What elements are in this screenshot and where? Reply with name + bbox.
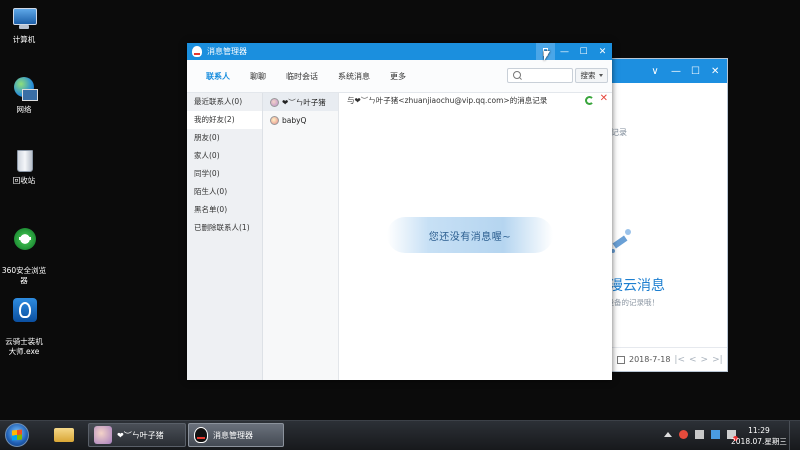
category-my-friends[interactable]: 我的好友(2) bbox=[187, 111, 262, 129]
flag-icon[interactable] bbox=[695, 430, 704, 439]
background-window[interactable]: ∨ — ☐ ✕ 记录 漫云消息 的设备的记录哦！ 2018-7-18 |< < … bbox=[598, 58, 728, 372]
taskbar-button-qq-chat[interactable]: ❤︶ㄣ叶子猪 bbox=[88, 423, 186, 447]
calendar-icon[interactable] bbox=[617, 355, 625, 364]
empty-message: 您还没有消息喔~ bbox=[428, 231, 512, 243]
empty-state: 您还没有消息喔~ bbox=[387, 217, 553, 253]
window-title: 消息管理器 bbox=[207, 47, 247, 56]
desktop-icon-label: 云骑士装机 大师.exe bbox=[5, 337, 43, 356]
message-manager-window[interactable]: 消息管理器 — ☐ ✕ 联系人 聊聊 临时会话 系统消息 更多 搜索 最近联系人… bbox=[187, 43, 612, 380]
tab-bar: 联系人 聊聊 临时会话 系统消息 更多 搜索 bbox=[187, 60, 612, 93]
yunqishi-icon bbox=[10, 298, 38, 324]
tab-chat[interactable]: 聊聊 bbox=[250, 71, 266, 82]
start-button[interactable] bbox=[5, 423, 29, 447]
tab-more[interactable]: 更多 bbox=[390, 71, 406, 82]
contact-item[interactable]: ❤︶ㄣ叶子猪 bbox=[263, 93, 338, 111]
network-icon[interactable] bbox=[711, 430, 720, 439]
contact-list: ❤︶ㄣ叶子猪 babyQ bbox=[263, 93, 339, 380]
taskbar-button-label: 消息管理器 bbox=[213, 430, 253, 440]
close-button[interactable]: ✕ bbox=[593, 43, 612, 60]
avatar bbox=[270, 97, 279, 107]
refresh-icon[interactable] bbox=[585, 96, 594, 105]
desktop-icon-yunqishi[interactable]: 云骑士装机 大师.exe bbox=[0, 288, 48, 367]
tab-contacts[interactable]: 联系人 bbox=[206, 71, 230, 82]
message-header: 与❤︶ㄣ叶子猪<zhuanjiaochu@vip.qq.com>的消息记录 bbox=[347, 96, 548, 105]
computer-icon bbox=[10, 6, 38, 32]
search-icon bbox=[513, 71, 521, 79]
show-desktop-button[interactable] bbox=[789, 421, 800, 450]
search-button[interactable]: 搜索 bbox=[575, 68, 608, 83]
desktop-icon-computer[interactable]: 计算机 bbox=[0, 6, 48, 45]
tab-temp-session[interactable]: 临时会话 bbox=[286, 71, 318, 82]
date-value[interactable]: 2018-7-18 bbox=[629, 355, 670, 364]
close-button[interactable]: ✕ bbox=[711, 66, 719, 77]
category-list: 最近联系人(0) 我的好友(2) 朋友(0) 家人(0) 同学(0) 陌生人(0… bbox=[187, 93, 263, 380]
show-hidden-icons-icon[interactable] bbox=[664, 432, 672, 437]
maximize-button[interactable]: ☐ bbox=[574, 43, 593, 60]
category-friends[interactable]: 朋友(0) bbox=[187, 129, 262, 147]
taskbar: ❤︶ㄣ叶子猪 消息管理器 11:29 2018.07.星期三 bbox=[0, 420, 800, 450]
tab-system-messages[interactable]: 系统消息 bbox=[338, 71, 370, 82]
clock-time: 11:29 bbox=[748, 426, 770, 435]
contact-name: babyQ bbox=[282, 115, 307, 125]
records-label: 记录 bbox=[611, 128, 627, 137]
category-family[interactable]: 家人(0) bbox=[187, 147, 262, 165]
cloud-message-title: 漫云消息 bbox=[609, 278, 665, 294]
browser-360-icon bbox=[10, 227, 38, 253]
first-page-button[interactable]: |< bbox=[674, 355, 685, 365]
taskbar-button-label: ❤︶ㄣ叶子猪 bbox=[117, 430, 164, 440]
next-page-button[interactable]: > bbox=[701, 355, 709, 365]
date-bar: 2018-7-18 |< < > >| bbox=[599, 347, 727, 371]
qq-penguin-icon bbox=[194, 427, 208, 443]
network-icon bbox=[10, 76, 38, 102]
satellite-icon bbox=[609, 225, 637, 255]
desktop-icon-360-browser[interactable]: 360安全浏览 器 bbox=[0, 217, 48, 296]
system-tray bbox=[664, 430, 738, 441]
minimize-button[interactable]: — bbox=[671, 66, 681, 77]
contact-item[interactable]: babyQ bbox=[263, 111, 338, 129]
maximize-button[interactable]: ☐ bbox=[691, 66, 700, 77]
mouse-cursor-icon bbox=[544, 51, 550, 61]
category-deleted[interactable]: 已删除联系人(1) bbox=[187, 219, 262, 237]
last-page-button[interactable]: >| bbox=[712, 355, 723, 365]
category-recent[interactable]: 最近联系人(0) bbox=[187, 93, 262, 111]
clock-date: 2018.07.星期三 bbox=[731, 437, 787, 446]
clock[interactable]: 11:29 2018.07.星期三 bbox=[731, 425, 787, 447]
avatar bbox=[270, 115, 279, 125]
delete-icon[interactable]: ✕ bbox=[600, 93, 608, 104]
search-input[interactable] bbox=[507, 68, 573, 83]
desktop-icon-label: 回收站 bbox=[12, 176, 36, 185]
desktop-icon-network[interactable]: 网络 bbox=[0, 76, 48, 115]
message-pane: 与❤︶ㄣ叶子猪<zhuanjiaochu@vip.qq.com>的消息记录 ✕ … bbox=[339, 93, 612, 380]
category-classmates[interactable]: 同学(0) bbox=[187, 165, 262, 183]
chevron-down-icon bbox=[598, 74, 603, 77]
file-explorer-icon[interactable] bbox=[52, 424, 78, 446]
desktop-icon-label: 360安全浏览 器 bbox=[1, 266, 47, 285]
desktop-icon-recycle-bin[interactable]: 回收站 bbox=[0, 147, 48, 186]
qq-penguin-icon bbox=[192, 46, 202, 57]
search-button-label: 搜索 bbox=[580, 71, 596, 80]
taskbar-button-message-manager[interactable]: 消息管理器 bbox=[188, 423, 284, 447]
collapse-button[interactable]: ∨ bbox=[651, 66, 659, 77]
contact-name: ❤︶ㄣ叶子猪 bbox=[282, 97, 326, 107]
category-blacklist[interactable]: 黑名单(0) bbox=[187, 201, 262, 219]
minimize-button[interactable]: — bbox=[555, 43, 574, 60]
tray-app-icon[interactable] bbox=[679, 430, 688, 439]
prev-page-button[interactable]: < bbox=[689, 355, 697, 365]
recycle-bin-icon bbox=[10, 147, 38, 173]
desktop-icon-label: 计算机 bbox=[12, 35, 36, 44]
desktop-icon-label: 网络 bbox=[16, 105, 32, 114]
background-window-titlebar: ∨ — ☐ ✕ bbox=[599, 59, 727, 83]
category-strangers[interactable]: 陌生人(0) bbox=[187, 183, 262, 201]
avatar bbox=[94, 426, 112, 444]
